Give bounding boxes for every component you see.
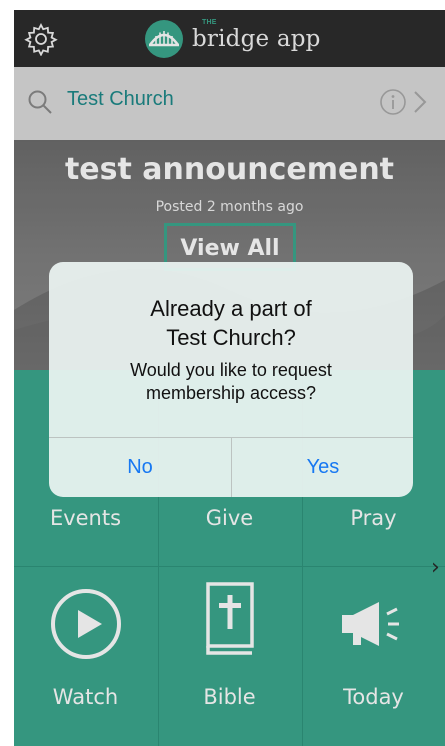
dialog-message-line: membership access? <box>145 383 317 403</box>
dialog-title: Already a part of Test Church? <box>49 294 413 352</box>
dialog-message: Would you like to request membership acc… <box>49 359 413 405</box>
dialog-title-line: Test Church? <box>166 325 296 350</box>
dialog-title-line: Already a part of <box>150 296 312 321</box>
app-screen: THE bridge app Test Church test announce… <box>14 10 445 746</box>
membership-dialog: Already a part of Test Church? Would you… <box>49 262 413 497</box>
no-button[interactable]: No <box>49 438 231 497</box>
yes-button[interactable]: Yes <box>232 438 413 497</box>
dialog-message-line: Would you like to request <box>130 360 332 380</box>
